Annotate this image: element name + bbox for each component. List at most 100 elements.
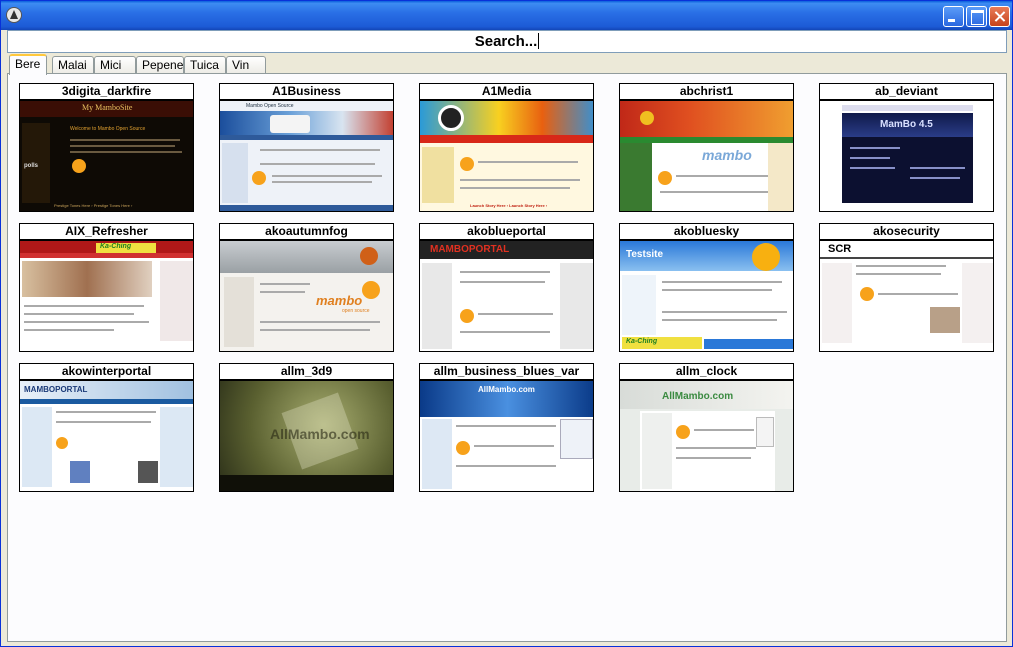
thumb-text-line (856, 273, 941, 275)
thumb-text-line (260, 329, 370, 331)
template-tile-akoblueportal[interactable]: akoblueportal MAMBOPORTAL (419, 223, 594, 352)
template-tile-akoautumnfog[interactable]: akoautumnfog mambo open source (219, 223, 394, 352)
template-thumbnail: AllMambo.com (419, 380, 594, 492)
tab-bere[interactable]: Bere (9, 54, 47, 75)
thumb-text-line (24, 321, 149, 323)
template-tile-a1business[interactable]: A1Business Mambo Open Source (219, 83, 394, 212)
thumb-text-line (70, 151, 182, 153)
thumb-sidebar (422, 419, 452, 489)
thumb-footer-links: Prestige Tones Here › Prestige Tones Her… (54, 203, 133, 208)
thumb-text-line (24, 313, 134, 315)
thumb-text-line (460, 187, 570, 189)
thumb-sidebar (620, 143, 652, 211)
thumb-text-line (56, 421, 151, 423)
template-name: ab_deviant (819, 83, 994, 100)
template-name: allm_clock (619, 363, 794, 380)
template-thumbnail: My MamboSite Welcome to Mambo Open Sourc… (19, 100, 194, 212)
thumb-brand: mambo (316, 293, 363, 308)
template-tile-abchrist1[interactable]: abchrist1 mambo (619, 83, 794, 212)
template-tile-akowinterportal[interactable]: akowinterportal MAMBOPORTAL (19, 363, 194, 492)
thumb-text-line (460, 179, 580, 181)
thumb-brand-sub: open source (342, 308, 370, 314)
thumb-text-line (272, 175, 382, 177)
template-tile-3digita-darkfire[interactable]: 3digita_darkfire My MamboSite Welcome to… (19, 83, 194, 212)
template-tile-allm-clock[interactable]: allm_clock AllMambo.com (619, 363, 794, 492)
thumb-left-column (22, 407, 52, 487)
template-tile-akosecurity[interactable]: akosecurity SCR (819, 223, 994, 352)
thumb-footer (220, 205, 393, 211)
thumb-text-line (910, 167, 965, 169)
thumb-footer (704, 339, 793, 349)
thumb-text-line (676, 447, 756, 449)
template-name: abchrist1 (619, 83, 794, 100)
thumb-mambo-logo (362, 281, 380, 299)
tab-pepene[interactable]: Pepene (136, 56, 184, 74)
thumb-text-line (662, 319, 777, 321)
tab-mici[interactable]: Mici (94, 56, 136, 74)
thumb-footer-links: Launch Story Here › Launch Story Here › (470, 203, 548, 208)
thumb-right-column (160, 407, 193, 487)
title-bar[interactable] (1, 1, 1012, 30)
thumb-bottom-bar (220, 475, 393, 491)
thumb-logo: Testsite (626, 249, 664, 260)
thumb-ad-text: Ka-Ching (626, 338, 658, 345)
minimize-button[interactable] (943, 6, 964, 27)
thumb-banner-label: Mambo Open Source (246, 103, 294, 109)
template-name: A1Media (419, 83, 594, 100)
thumb-van-image (270, 115, 310, 133)
close-button[interactable] (989, 6, 1010, 27)
tab-malai[interactable]: Malai (52, 56, 94, 74)
thumb-image (70, 461, 90, 483)
thumb-right-column (962, 263, 993, 343)
thumb-logo: AllMambo.com (662, 391, 734, 402)
thumb-brand: mambo (702, 147, 752, 163)
thumb-text-line (260, 321, 380, 323)
template-name: allm_3d9 (219, 363, 394, 380)
thumb-text-line (676, 175, 776, 177)
template-tile-akobluesky[interactable]: akobluesky Testsite Ka-Ching (619, 223, 794, 352)
thumb-box-image (138, 461, 158, 483)
tab-vin[interactable]: Vin (226, 56, 266, 74)
search-input[interactable]: Search... (7, 30, 1007, 53)
thumb-text-line (260, 149, 380, 151)
thumb-text-line (850, 167, 895, 169)
thumb-text-line (456, 465, 556, 467)
thumb-header-rule (820, 257, 993, 259)
thumb-polls-label: polls (24, 163, 39, 169)
thumb-nav-bar (20, 253, 193, 258)
template-name: akoblueportal (419, 223, 594, 240)
thumb-text-line (24, 329, 114, 331)
tab-tuica[interactable]: Tuica (184, 56, 226, 74)
thumb-mambo-logo (56, 437, 68, 449)
thumb-site-title: My MamboSite (82, 103, 133, 112)
maximize-button[interactable] (966, 6, 987, 27)
thumb-top-nav (842, 105, 973, 111)
thumb-mambo-logo (676, 425, 690, 439)
thumb-text-line (260, 163, 375, 165)
template-tile-ab-deviant[interactable]: ab_deviant MamBo 4.5 (819, 83, 994, 212)
thumb-text-line (676, 457, 751, 459)
thumb-text-line (260, 291, 305, 293)
text-caret (538, 33, 540, 49)
thumb-nav-bar (420, 135, 593, 143)
thumb-sidebar (622, 275, 656, 335)
thumb-text-line (878, 293, 958, 295)
template-thumbnail: AllMambo.com (219, 380, 394, 492)
thumb-right-column (768, 143, 793, 211)
thumb-text-line (474, 445, 554, 447)
template-tile-aix-refresher[interactable]: AIX_Refresher Ka-Ching (19, 223, 194, 352)
thumb-flower (752, 243, 780, 271)
thumb-logo: MamBo 4.5 (880, 119, 933, 130)
template-name: akobluesky (619, 223, 794, 240)
template-thumbnail: Mambo Open Source (219, 100, 394, 212)
template-name: akowinterportal (19, 363, 194, 380)
thumb-sidebar (822, 263, 852, 343)
template-tile-allm-business-blues-var[interactable]: allm_business_blues_var AllMambo.com (419, 363, 594, 492)
template-tile-a1media[interactable]: A1Media Launch Story Here › Launch Story… (419, 83, 594, 212)
template-thumbnail: Ka-Ching (19, 240, 194, 352)
thumb-text-line (456, 425, 556, 427)
app-icon[interactable] (6, 7, 22, 23)
template-tile-allm-3d9[interactable]: allm_3d9 AllMambo.com (219, 363, 394, 492)
thumb-welcome-text: Welcome to Mambo Open Source (70, 126, 146, 132)
thumb-text-line (70, 145, 175, 147)
